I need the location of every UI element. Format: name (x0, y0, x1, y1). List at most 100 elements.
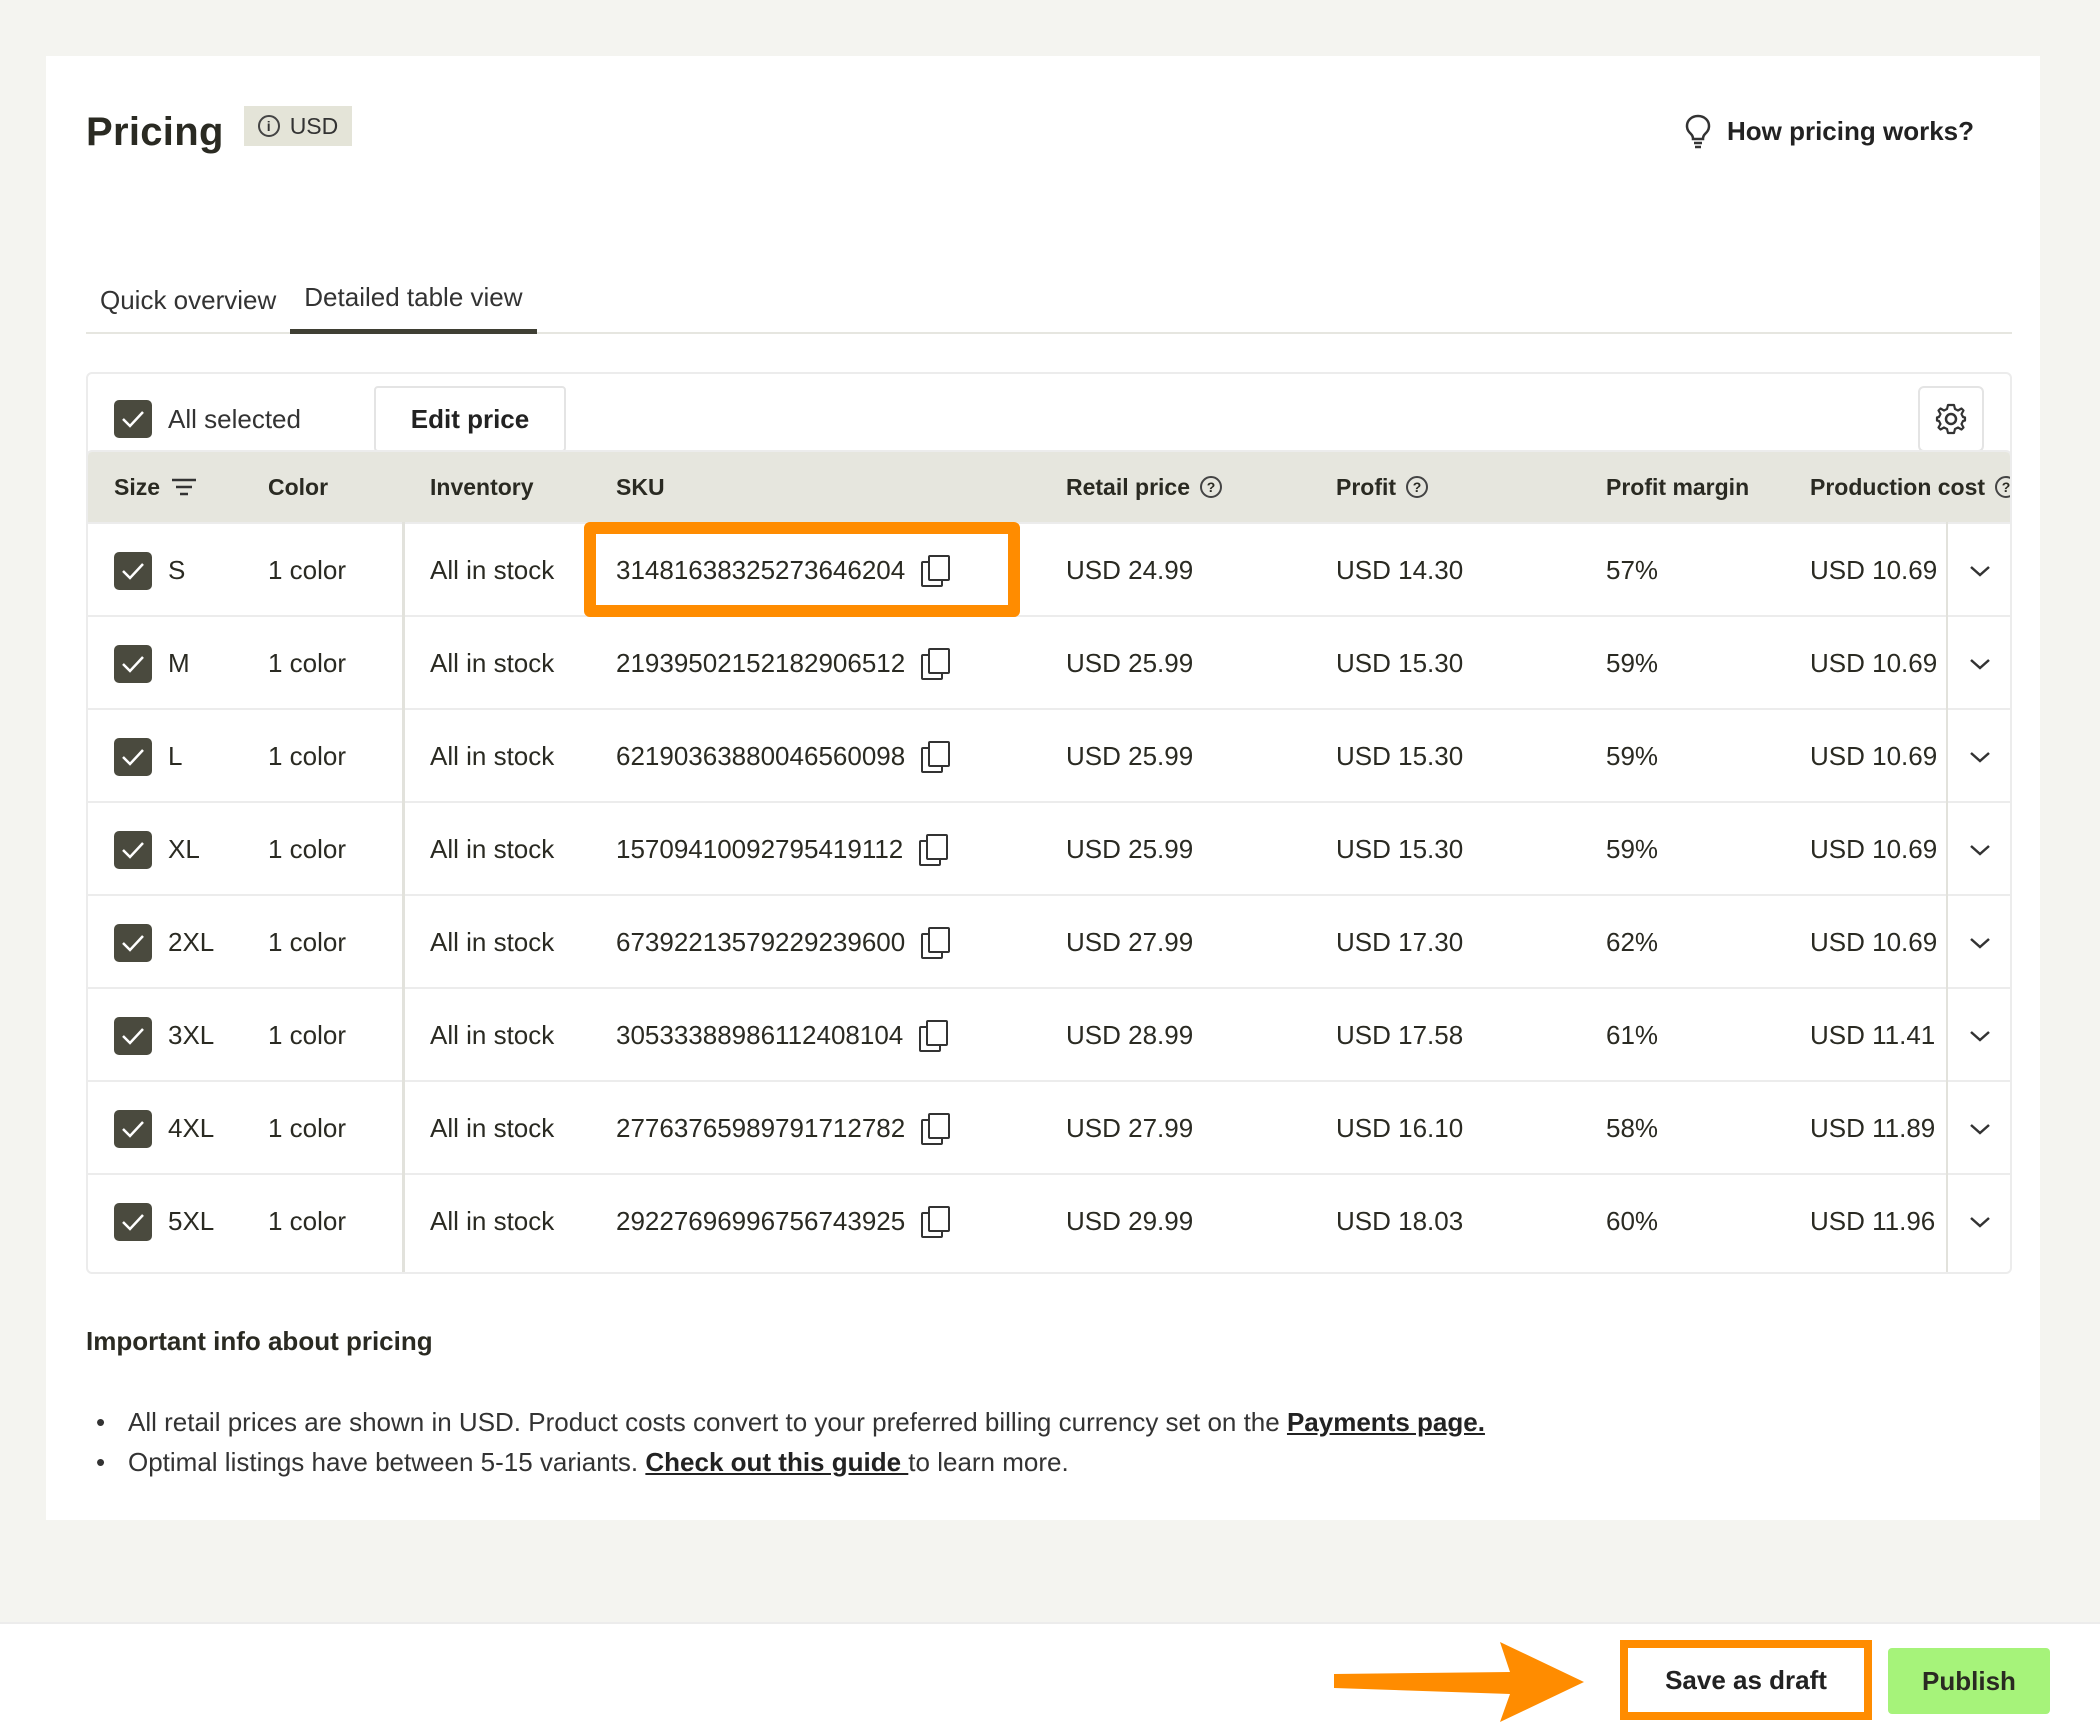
margin-cell: 58% (1606, 1113, 1659, 1143)
expand-row-button[interactable] (1968, 989, 1992, 1082)
sku-value: 67392213579229239600 (616, 927, 906, 957)
sku-cell: 21939502152182906512 (616, 617, 951, 710)
copy-icon[interactable] (921, 1112, 951, 1145)
arrow-annotation (1334, 1642, 1584, 1722)
chevron-down-icon (1970, 844, 1990, 856)
expand-row-button[interactable] (1968, 1082, 1992, 1175)
row-checkbox[interactable] (114, 551, 152, 590)
cost-cell: USD 10.69 (1810, 834, 1938, 864)
chevron-down-icon (1970, 937, 1990, 949)
expand-row-button[interactable] (1968, 617, 1992, 710)
chevron-down-icon (1970, 1030, 1990, 1042)
publish-button[interactable]: Publish (1888, 1648, 2050, 1714)
check-icon (122, 411, 144, 428)
page-title: Pricing (86, 109, 224, 154)
copy-icon[interactable] (921, 554, 951, 587)
profit-cell: USD 15.30 (1336, 648, 1464, 678)
check-icon (122, 1027, 144, 1045)
col-size[interactable]: Size (114, 452, 198, 522)
column-divider (1946, 522, 1948, 1272)
table-row: M 1 color All in stock USD 25.99 USD 15.30 59… (88, 615, 2010, 708)
select-all[interactable]: All selected (114, 400, 301, 438)
check-icon (122, 655, 144, 673)
tab-quick-overview[interactable]: Quick overview (86, 266, 290, 334)
copy-icon[interactable] (919, 833, 949, 866)
col-color: Color (268, 473, 329, 500)
filter-icon[interactable] (170, 476, 198, 498)
pricing-card: Pricing i USD How pricing works? Quick o… (46, 56, 2040, 1520)
margin-cell: 62% (1606, 927, 1659, 957)
profit-cell: USD 15.30 (1336, 741, 1464, 771)
margin-cell: 59% (1606, 648, 1659, 678)
sku-value: 27763765989791712782 (616, 1113, 906, 1143)
color-cell: 1 color (268, 1206, 347, 1236)
sku-value: 30533388986112408104 (616, 1020, 904, 1050)
margin-cell: 59% (1606, 834, 1659, 864)
cost-cell: USD 11.89 (1810, 1113, 1936, 1143)
row-checkbox[interactable] (114, 923, 152, 962)
size-label: 2XL (168, 927, 215, 957)
expand-row-button[interactable] (1968, 803, 1992, 896)
row-checkbox[interactable] (114, 737, 152, 776)
check-icon (122, 748, 144, 766)
check-icon (122, 934, 144, 952)
select-all-label: All selected (168, 403, 301, 434)
inventory-cell: All in stock (430, 927, 555, 957)
column-divider (402, 522, 405, 1272)
payments-page-link[interactable]: Payments page. (1287, 1407, 1485, 1437)
help-icon[interactable]: ? (1200, 476, 1222, 498)
info-line2: Optimal listings have between 5-15 varia… (128, 1447, 646, 1477)
copy-icon[interactable] (919, 1019, 949, 1052)
profit-cell: USD 17.58 (1336, 1020, 1464, 1050)
expand-row-button[interactable] (1968, 524, 1992, 617)
copy-icon[interactable] (921, 647, 951, 680)
row-checkbox[interactable] (114, 830, 152, 869)
tab-detailed-table-view[interactable]: Detailed table view (290, 266, 537, 334)
expand-row-button[interactable] (1968, 710, 1992, 803)
save-as-draft-button[interactable]: Save as draft (1620, 1640, 1872, 1720)
guide-link[interactable]: Check out this guide (645, 1447, 908, 1477)
edit-price-button[interactable]: Edit price (374, 386, 566, 452)
chevron-down-icon (1970, 565, 1990, 577)
table-row: L 1 color All in stock USD 25.99 USD 15.30 59… (88, 708, 2010, 801)
col-profit-label: Profit (1336, 473, 1397, 500)
cost-cell: USD 10.69 (1810, 741, 1938, 771)
sku-cell: 67392213579229239600 (616, 896, 951, 989)
how-pricing-works-link[interactable]: How pricing works? (1683, 106, 1974, 156)
check-icon (122, 1213, 144, 1231)
help-icon[interactable]: ? (1995, 476, 2010, 498)
table-row: 2XL 1 color All in stock USD 27.99 USD 17.30… (88, 894, 2010, 987)
expand-row-button[interactable] (1968, 1175, 1992, 1268)
view-tabs: Quick overview Detailed table view (86, 266, 2012, 334)
profit-cell: USD 16.10 (1336, 1113, 1464, 1143)
retail-cell: USD 27.99 (1066, 1113, 1194, 1143)
chevron-down-icon (1970, 1123, 1990, 1135)
copy-icon[interactable] (921, 1205, 951, 1238)
retail-cell: USD 27.99 (1066, 927, 1194, 957)
margin-cell: 59% (1606, 741, 1659, 771)
info-title: Important info about pricing (86, 1326, 433, 1356)
row-checkbox[interactable] (114, 1109, 152, 1148)
settings-button[interactable] (1918, 386, 1984, 452)
list-item: All retail prices are shown in USD. Prod… (86, 1402, 1485, 1442)
chevron-down-icon (1970, 1216, 1990, 1228)
help-icon[interactable]: ? (1406, 476, 1429, 498)
expand-row-button[interactable] (1968, 896, 1992, 989)
col-size-label: Size (114, 473, 161, 500)
row-checkbox[interactable] (114, 1016, 152, 1055)
copy-icon[interactable] (921, 926, 951, 959)
copy-icon[interactable] (921, 740, 951, 773)
sku-value: 21939502152182906512 (616, 648, 906, 678)
size-label: S (168, 555, 186, 585)
retail-cell: USD 29.99 (1066, 1206, 1194, 1236)
info-line2-tail: to learn more. (908, 1447, 1069, 1477)
profit-cell: USD 14.30 (1336, 555, 1464, 585)
sku-value: 62190363880046560098 (616, 741, 906, 771)
sku-value: 29227696996756743925 (616, 1206, 906, 1236)
row-checkbox[interactable] (114, 644, 152, 683)
select-all-checkbox[interactable] (114, 400, 152, 438)
cost-cell: USD 10.69 (1810, 927, 1938, 957)
row-checkbox[interactable] (114, 1202, 152, 1241)
inventory-cell: All in stock (430, 1020, 555, 1050)
size-label: 3XL (168, 1020, 215, 1050)
